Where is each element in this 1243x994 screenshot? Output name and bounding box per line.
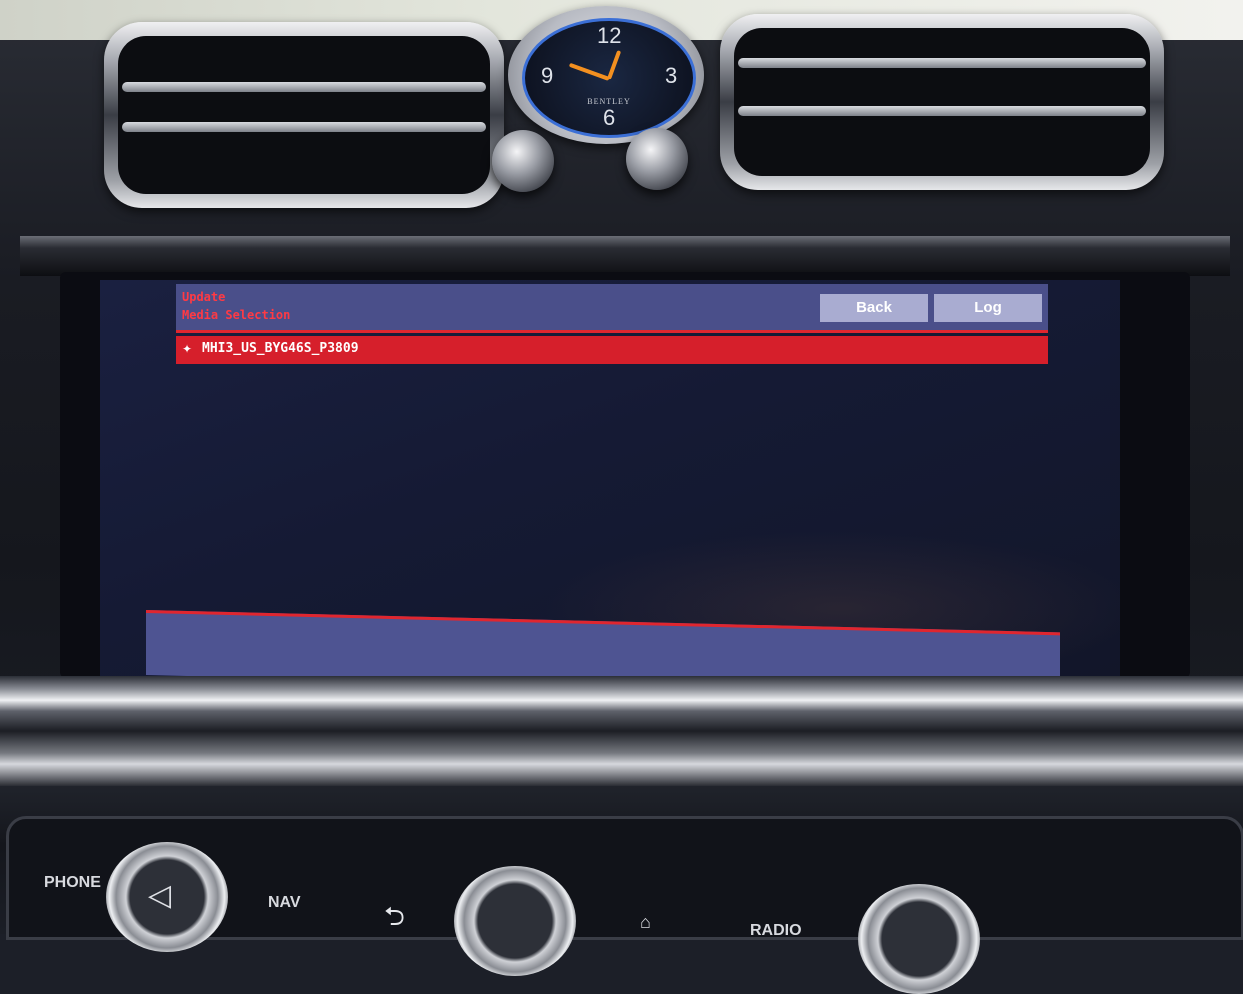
clock-number-12: 12 xyxy=(597,23,622,48)
right-air-vent xyxy=(720,14,1164,190)
clock-face: 12 3 6 9 BENTLEY xyxy=(522,18,696,138)
clock-minute-hand xyxy=(607,50,622,80)
log-button[interactable]: Log xyxy=(934,294,1042,322)
vent-opening xyxy=(734,28,1150,176)
left-air-vent xyxy=(104,22,504,208)
analog-clock: 12 3 6 9 BENTLEY xyxy=(508,6,704,144)
radio-button[interactable]: RADIO xyxy=(750,922,802,940)
media-item-label: MHI3_US_BYG46S_P3809 xyxy=(202,341,359,356)
update-header: Update Media Selection Back Log xyxy=(176,284,1048,333)
phone-button[interactable]: PHONE xyxy=(44,874,101,892)
vent-slat xyxy=(122,122,486,132)
back-button[interactable]: Back xyxy=(820,294,928,322)
page-subtitle: Media Selection xyxy=(182,308,291,322)
tuning-knob[interactable] xyxy=(858,884,980,994)
selected-marker-icon: ✦ xyxy=(182,342,193,356)
clock-number-6: 6 xyxy=(603,105,616,130)
chrome-trim xyxy=(0,676,1243,786)
vent-slat xyxy=(738,58,1146,68)
vent-opening xyxy=(118,36,490,194)
clock-number-9: 9 xyxy=(541,63,554,88)
triangle-play-icon: ◁ xyxy=(148,878,172,913)
vent-slat xyxy=(122,82,486,92)
screen-top-bezel xyxy=(20,236,1230,276)
right-vent-knob[interactable] xyxy=(626,128,688,190)
nav-button[interactable]: NAV xyxy=(268,894,301,912)
media-list-item[interactable]: ✦ MHI3_US_BYG46S_P3809 xyxy=(176,336,1048,364)
clock-number-3: 3 xyxy=(665,63,678,88)
back-arrow-icon[interactable]: ⮌ xyxy=(384,898,405,942)
vent-slat xyxy=(738,106,1146,116)
page-title: Update xyxy=(182,290,226,304)
left-vent-knob[interactable] xyxy=(492,130,554,192)
home-icon[interactable]: ⌂ xyxy=(640,912,651,933)
center-knob[interactable] xyxy=(454,866,576,976)
clock-hour-hand xyxy=(568,62,610,81)
infotainment-screen: Update Media Selection Back Log ✦ MHI3_U… xyxy=(100,280,1120,676)
volume-knob[interactable]: ◁ xyxy=(106,842,228,952)
clock-brand: BENTLEY xyxy=(587,97,631,106)
